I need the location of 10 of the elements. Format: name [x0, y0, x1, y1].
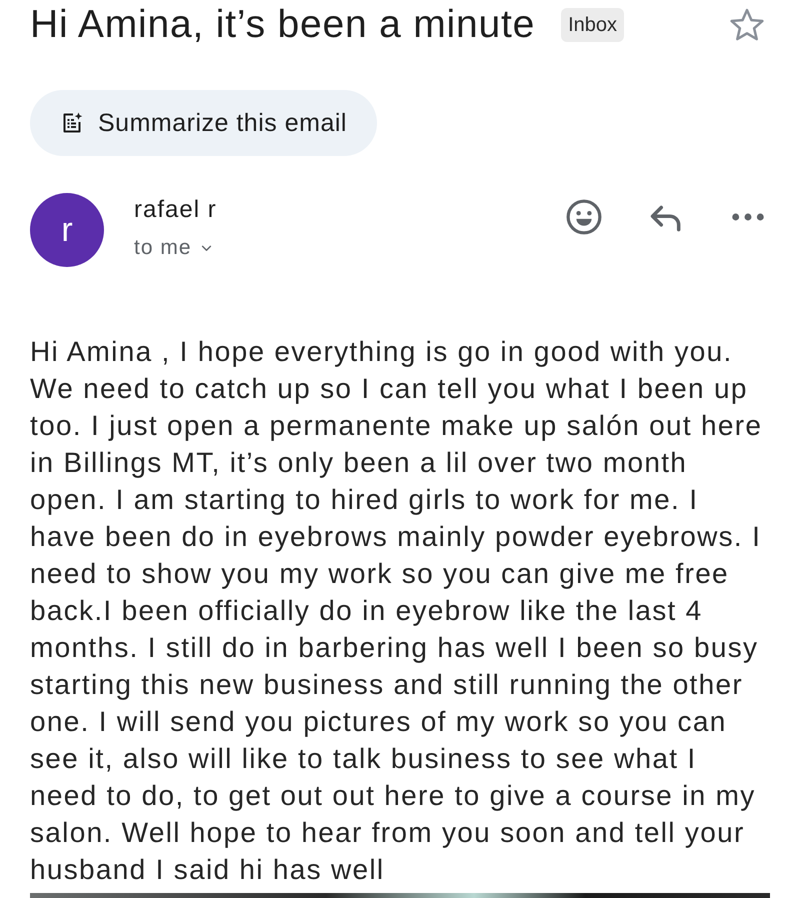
sender-name: rafael r [134, 196, 217, 224]
chevron-down-icon [200, 244, 212, 252]
inbox-label: Inbox [561, 8, 624, 42]
smiley-icon [565, 198, 603, 236]
recipient-toggle[interactable]: to me [134, 236, 212, 260]
sender-avatar: r [30, 193, 104, 267]
email-subject: Hi Amina, it’s been a minute [30, 2, 536, 48]
summarize-button[interactable]: Summarize this email [30, 90, 377, 156]
email-body: Hi Amina , I hope everything is go in good with you. We need to catch up so I can tell you what I been up too. I just open a permanente make up salón out here in Billings MT, it’s only been a lil over two month open. I am starting to hired girls to work for me. I have been do in eyebrows mainly powder eyebrows. I need to show you my work so you can give me free back.I been officially do in eyebrow like the last 4 months. I still do in barbering has well I been so busy starting this new business and still running the other one. I will send you pictures of my work so you can see it, also will like to talk business to see what I need to do, to get out out here to give a course in my salon. Well hope to hear from you soon and tell your husband I said hi has well [30, 335, 764, 887]
more-icon [732, 213, 764, 221]
